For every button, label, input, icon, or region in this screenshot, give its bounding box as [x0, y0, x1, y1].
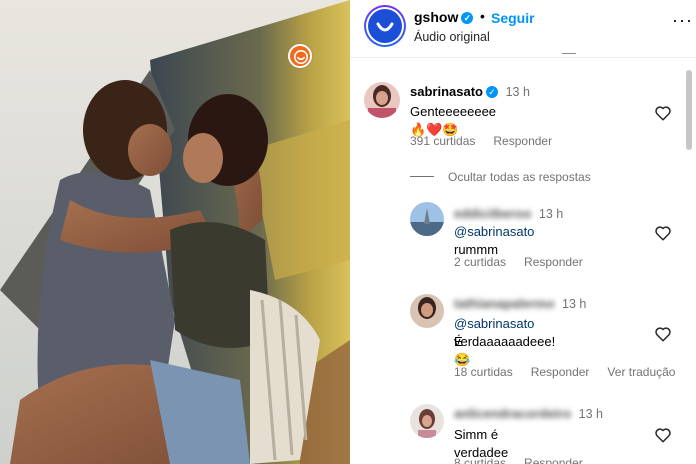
comment-actions: 18 curtidas Responder Ver tradução [454, 365, 675, 379]
follow-button[interactable]: Seguir [491, 10, 535, 26]
likes-count[interactable]: 391 curtidas [410, 134, 475, 148]
comment-time[interactable]: 13 h [579, 407, 603, 421]
heart-icon[interactable] [654, 325, 672, 343]
reply-button[interactable]: Responder [531, 365, 590, 379]
comment-header: eddiciiberoo 13 h [454, 206, 563, 221]
profile-avatar[interactable] [364, 5, 406, 47]
reply-button[interactable]: Responder [524, 255, 583, 269]
comment-actions: 8 curtidas Responder [454, 456, 601, 464]
gshow-logo-icon [376, 22, 394, 32]
comment-text-line2: verdaaaaaadeee! 😂 [454, 334, 556, 367]
scrollbar[interactable] [686, 70, 692, 150]
username-text[interactable]: gshow [414, 9, 458, 25]
comment-actions: 2 curtidas Responder [454, 255, 601, 269]
avatar[interactable] [410, 404, 444, 438]
avatar[interactable] [364, 82, 400, 118]
hide-replies-button[interactable]: Ocultar todas as respostas [410, 170, 591, 184]
reply-button[interactable]: Responder [493, 134, 552, 148]
separator-dot: • [480, 8, 485, 24]
likes-count[interactable]: 18 curtidas [454, 365, 513, 379]
post-media[interactable] [0, 0, 350, 464]
verified-badge-icon: ✓ [485, 86, 498, 98]
smile-badge-icon[interactable] [288, 44, 312, 68]
comment-header: tathianapalermo 13 h [454, 296, 586, 311]
verified-badge-icon: ✓ [461, 12, 474, 24]
heart-icon[interactable] [654, 224, 672, 242]
comment-username[interactable]: eddiciiberoo [454, 206, 531, 221]
hide-replies-label[interactable]: Ocultar todas as respostas [448, 170, 591, 184]
reply-button[interactable]: Responder [524, 456, 583, 464]
comment-time[interactable]: 13 h [506, 85, 530, 99]
heart-icon[interactable] [654, 104, 672, 122]
avatar[interactable] [410, 294, 444, 328]
comment-actions: 391 curtidas Responder [410, 134, 570, 148]
comment-time[interactable]: 13 h [562, 297, 586, 311]
comment-header: anlicendracordeiro 13 h [454, 406, 603, 421]
comment-username[interactable]: anlicendracordeiro [454, 406, 571, 421]
avatar[interactable] [410, 202, 444, 236]
comments-panel: gshow ✓ • Seguir Áudio original ··· sabri… [350, 0, 696, 464]
translate-button[interactable]: Ver tradução [607, 365, 675, 379]
comment-text: @sabrinasato rummm [454, 223, 534, 259]
mention-link[interactable]: @sabrinasato [454, 224, 534, 239]
likes-count[interactable]: 2 curtidas [454, 255, 506, 269]
likes-count[interactable]: 8 curtidas [454, 456, 506, 464]
comment-username[interactable]: sabrinasato [410, 84, 483, 99]
comment-time[interactable]: 13 h [539, 207, 563, 221]
comment-header: sabrinasato ✓ 13 h [410, 84, 530, 99]
post-photo [0, 0, 350, 464]
comment-username[interactable]: tathianapalermo [454, 296, 554, 311]
divider [562, 53, 576, 54]
post-header: gshow ✓ • Seguir Áudio original ··· [350, 0, 696, 58]
audio-label[interactable]: Áudio original [414, 30, 490, 44]
heart-icon[interactable] [654, 426, 672, 444]
mention-link[interactable]: @sabrinasato [454, 316, 534, 331]
post-username[interactable]: gshow ✓ [414, 9, 474, 25]
more-options-icon[interactable]: ··· [672, 10, 693, 31]
thread-line [410, 176, 434, 177]
